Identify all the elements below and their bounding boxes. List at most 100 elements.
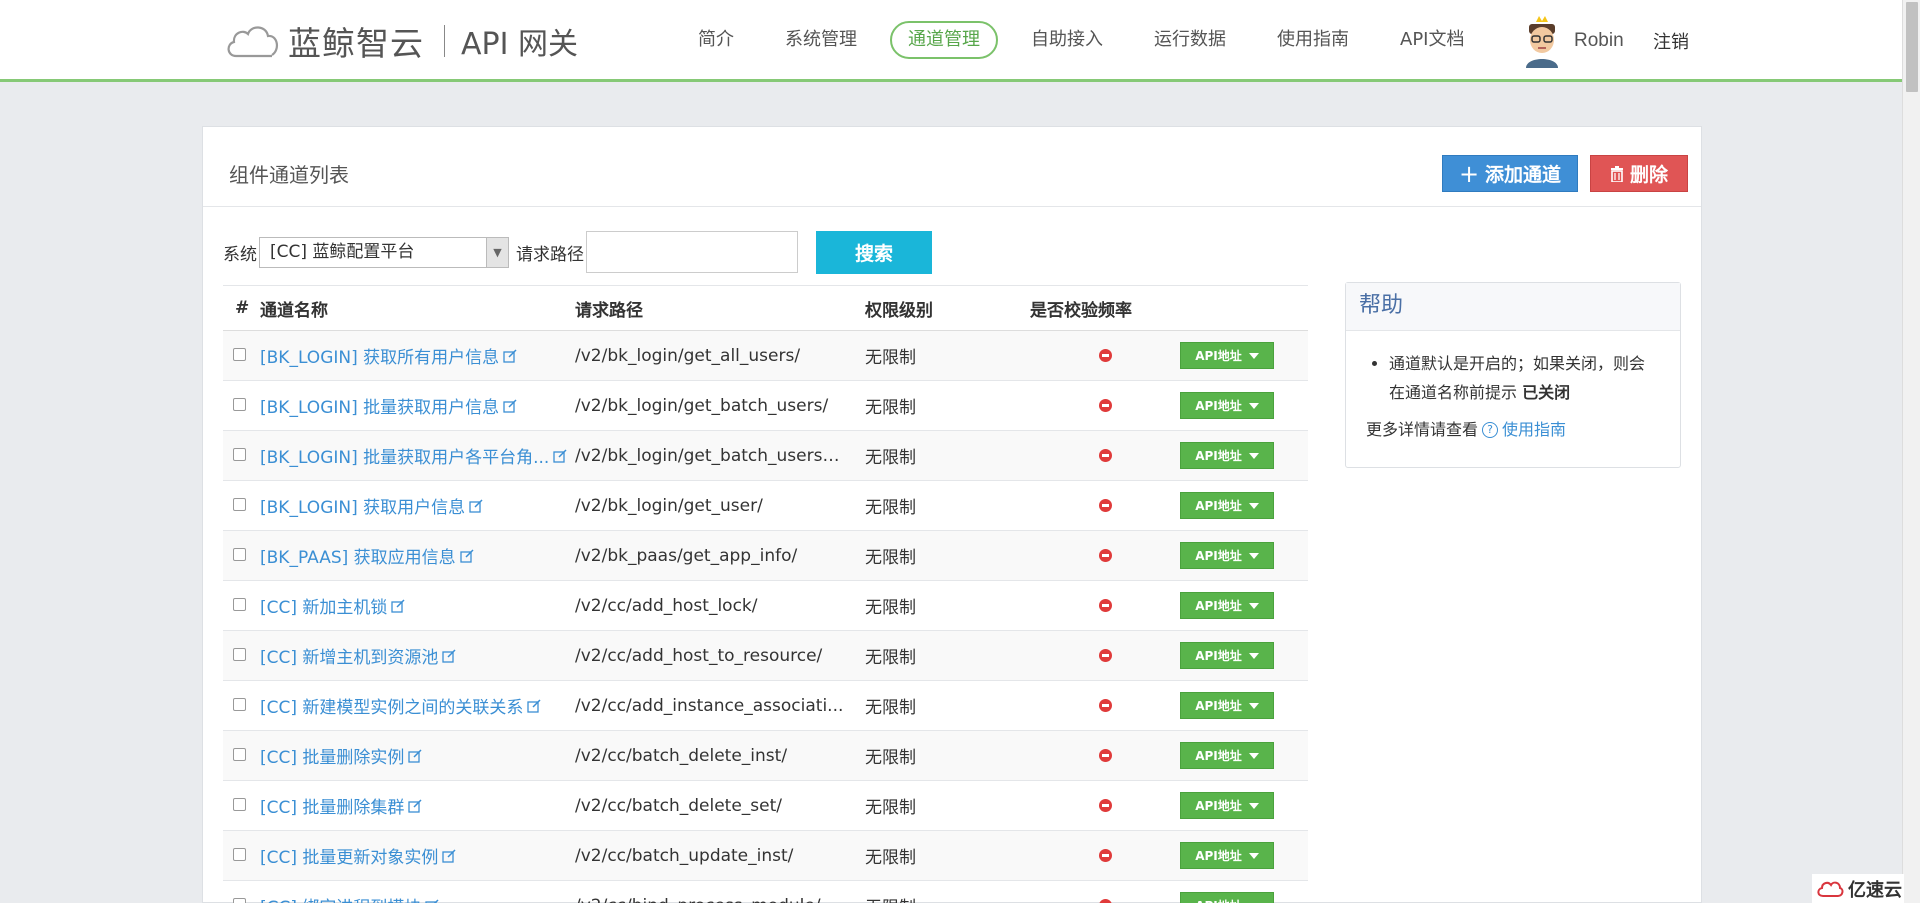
api-address-button[interactable]: API地址 [1180, 642, 1274, 669]
channel-name-link[interactable]: [CC] 绑定进程到模块 [260, 893, 421, 903]
permission-level: 无限制 [865, 448, 916, 468]
api-cell: API地址 [1180, 792, 1308, 819]
nav-user-guide[interactable]: 使用指南 [1259, 21, 1367, 59]
row-checkbox-cell [223, 446, 260, 466]
user-menu[interactable]: Robin [1520, 10, 1624, 72]
api-cell: API地址 [1180, 392, 1308, 419]
watermark-text: 亿速云 [1848, 879, 1902, 901]
request-path: /v2/cc/add_instance_associati... [575, 695, 844, 716]
row-checkbox[interactable] [233, 697, 246, 711]
add-channel-button[interactable]: + 添加通道 [1442, 155, 1578, 192]
api-address-button[interactable]: API地址 [1180, 892, 1274, 903]
row-checkbox[interactable] [233, 797, 246, 811]
row-checkbox[interactable] [233, 847, 246, 861]
request-path: /v2/bk_login/get_all_users/ [575, 345, 801, 366]
row-checkbox[interactable] [233, 397, 246, 411]
edit-icon[interactable] [442, 648, 456, 663]
edit-icon[interactable] [442, 848, 456, 863]
path-input[interactable] [586, 231, 798, 273]
row-checkbox-cell [223, 846, 260, 866]
channel-name-cell: [BK_LOGIN] 批量获取用户各平台角... [260, 443, 575, 468]
api-address-button[interactable]: API地址 [1180, 542, 1274, 569]
row-checkbox[interactable] [233, 747, 246, 761]
api-address-button[interactable]: API地址 [1180, 492, 1274, 519]
permission-level: 无限制 [865, 848, 916, 868]
row-checkbox[interactable] [233, 897, 246, 903]
disabled-icon [1098, 399, 1112, 412]
edit-icon[interactable] [408, 748, 422, 763]
nav-channel-management[interactable]: 通道管理 [890, 21, 998, 59]
api-address-button[interactable]: API地址 [1180, 392, 1274, 419]
channel-name-link[interactable]: [CC] 新建模型实例之间的关联关系 [260, 693, 523, 718]
channel-name-link[interactable]: [CC] 批量删除实例 [260, 743, 404, 768]
api-address-button[interactable]: API地址 [1180, 692, 1274, 719]
channel-name-link[interactable]: [BK_LOGIN] 获取所有用户信息 [260, 343, 499, 368]
channel-name-link[interactable]: [CC] 批量更新对象实例 [260, 843, 438, 868]
edit-icon[interactable] [503, 398, 517, 413]
row-checkbox-cell [223, 596, 260, 616]
scrollbar-thumb[interactable] [1906, 2, 1918, 92]
trash-icon [1610, 165, 1623, 182]
table-row: [CC] 新增主机到资源池/v2/cc/add_host_to_resource… [223, 631, 1308, 681]
nav-api-docs[interactable]: API文档 [1382, 21, 1482, 59]
nav-system-management[interactable]: 系统管理 [767, 21, 875, 59]
edit-icon[interactable] [391, 598, 405, 613]
edit-icon[interactable] [527, 698, 541, 713]
api-address-button[interactable]: API地址 [1180, 742, 1274, 769]
row-checkbox-cell [223, 696, 260, 716]
channel-name-link[interactable]: [BK_LOGIN] 批量获取用户各平台角... [260, 443, 549, 468]
api-cell: API地址 [1180, 342, 1308, 369]
row-checkbox[interactable] [233, 447, 246, 461]
request-path: /v2/bk_paas/get_app_info/ [575, 545, 798, 566]
logo[interactable]: 蓝鲸智云 API 网关 [224, 18, 578, 64]
api-address-button[interactable]: API地址 [1180, 442, 1274, 469]
channel-name-link[interactable]: [CC] 新增主机到资源池 [260, 643, 438, 668]
edit-icon[interactable] [460, 548, 474, 563]
request-path: /v2/bk_login/get_user/ [575, 495, 763, 516]
nav-self-service[interactable]: 自助接入 [1013, 21, 1121, 59]
channel-name-link[interactable]: [BK_LOGIN] 获取用户信息 [260, 493, 465, 518]
api-address-button[interactable]: API地址 [1180, 792, 1274, 819]
channel-name-link[interactable]: [CC] 新加主机锁 [260, 593, 387, 618]
request-path-cell: /v2/cc/batch_update_inst/ [575, 846, 865, 866]
api-address-button[interactable]: API地址 [1180, 592, 1274, 619]
api-address-button[interactable]: API地址 [1180, 842, 1274, 869]
system-select[interactable]: [CC] 蓝鲸配置平台 ▼ [259, 236, 509, 268]
row-checkbox[interactable] [233, 647, 246, 661]
api-address-label: API地址 [1195, 897, 1242, 903]
row-checkbox-cell [223, 646, 260, 666]
table-row: [CC] 批量更新对象实例/v2/cc/batch_update_inst/无限… [223, 831, 1308, 881]
request-path-cell: /v2/bk_login/get_user/ [575, 496, 865, 516]
channel-name-link[interactable]: [BK_LOGIN] 批量获取用户信息 [260, 393, 499, 418]
row-checkbox[interactable] [233, 497, 246, 511]
row-checkbox[interactable] [233, 547, 246, 561]
edit-icon[interactable] [503, 348, 517, 363]
api-cell: API地址 [1180, 842, 1308, 869]
edit-icon[interactable] [408, 798, 422, 813]
edit-icon[interactable] [469, 498, 483, 513]
row-checkbox[interactable] [233, 597, 246, 611]
delete-button[interactable]: 删除 [1590, 155, 1688, 192]
help-tip-bold: 已关闭 [1522, 383, 1571, 402]
logout-link[interactable]: 注销 [1653, 28, 1689, 54]
main-nav: 简介 系统管理 通道管理 自助接入 运行数据 使用指南 API文档 [680, 20, 1497, 60]
table-row: [CC] 新建模型实例之间的关联关系/v2/cc/add_instance_as… [223, 681, 1308, 731]
edit-icon[interactable] [553, 448, 567, 463]
nav-runtime-data[interactable]: 运行数据 [1136, 21, 1244, 59]
user-guide-link[interactable]: 使用指南 [1502, 415, 1566, 444]
edit-icon[interactable] [425, 898, 439, 903]
api-address-label: API地址 [1195, 799, 1242, 813]
search-button[interactable]: 搜索 [816, 230, 932, 274]
row-checkbox-cell [223, 546, 260, 566]
channel-name-cell: [CC] 批量删除集群 [260, 793, 575, 818]
row-checkbox[interactable] [233, 347, 246, 361]
page-scrollbar[interactable] [1902, 0, 1920, 903]
channel-name-link[interactable]: [CC] 批量删除集群 [260, 793, 404, 818]
api-address-button[interactable]: API地址 [1180, 342, 1274, 369]
path-label: 请求路径 [516, 244, 584, 265]
channel-name-cell: [BK_PAAS] 获取应用信息 [260, 543, 575, 568]
disabled-icon [1098, 899, 1112, 903]
channel-name-link[interactable]: [BK_PAAS] 获取应用信息 [260, 543, 456, 568]
permission-level: 无限制 [865, 548, 916, 568]
nav-intro[interactable]: 简介 [680, 21, 752, 59]
